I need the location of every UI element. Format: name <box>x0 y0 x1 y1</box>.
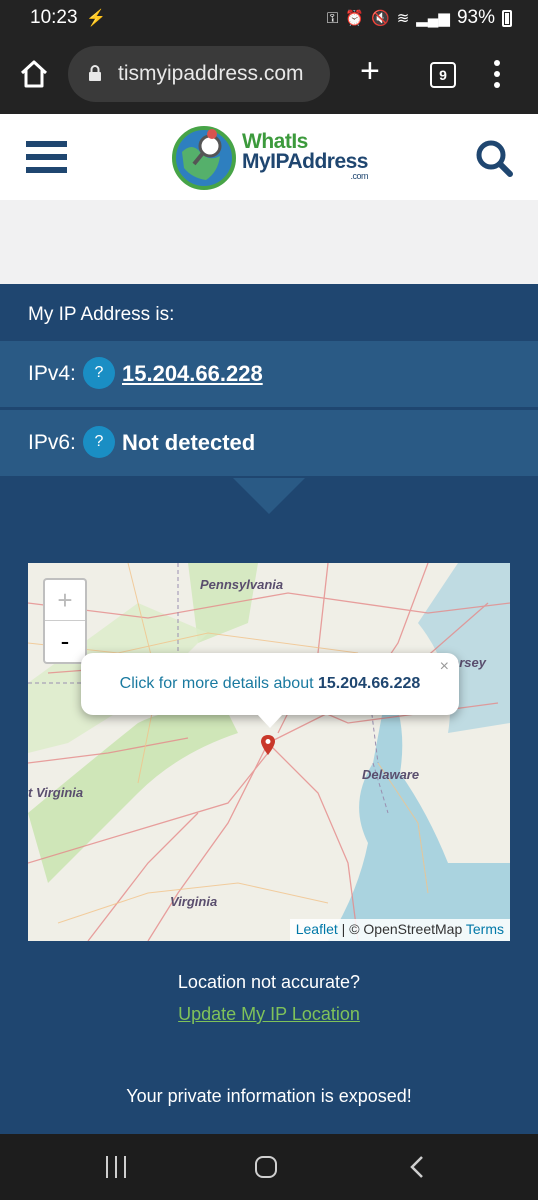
search-icon[interactable] <box>474 138 514 178</box>
plus-icon[interactable]: + <box>360 54 380 88</box>
ipv4-value[interactable]: 15.204.66.228 <box>122 361 263 387</box>
location-question: Location not accurate? <box>177 972 361 992</box>
ad-spacer <box>0 200 538 284</box>
update-location-link[interactable]: Update My IP Location <box>0 1004 538 1025</box>
back-icon[interactable] <box>409 1156 425 1178</box>
leaflet-link[interactable]: Leaflet <box>296 921 338 937</box>
ipv4-row: IPv4: ? 15.204.66.228 <box>0 341 538 407</box>
tabs-icon[interactable]: 9 <box>430 62 456 88</box>
status-bar: 10:23 ⚡ ⚿ ⏰ 🔇 ≋ ▂▄▆ 93% <box>0 0 538 36</box>
pointer-arrow <box>233 478 305 514</box>
terms-link[interactable]: Terms <box>466 921 504 937</box>
map-popup[interactable]: Click for more details about 15.204.66.2… <box>81 653 459 715</box>
map-label-pennsylvania: Pennsylvania <box>200 577 284 592</box>
ipv6-label: IPv6: <box>28 431 76 454</box>
ipv6-help-icon[interactable]: ? <box>83 426 115 458</box>
url-text: tismyipaddress.com <box>118 62 304 85</box>
hamburger-icon[interactable] <box>26 141 67 180</box>
globe-logo-icon <box>172 126 236 190</box>
popup-text: Click for more details about <box>119 675 318 692</box>
status-time: 10:23 <box>30 7 78 28</box>
ip-section: My IP Address is: IPv4: ? 15.204.66.228 … <box>0 284 538 1134</box>
wifi-icon: ≋ <box>396 10 410 27</box>
map-label-delaware: Delaware <box>362 767 420 782</box>
address-bar[interactable]: tismyipaddress.com <box>68 46 330 102</box>
battery-icon <box>502 9 512 27</box>
zoom-in-button[interactable]: + <box>45 580 85 621</box>
logo-line-1: WhatIs <box>242 130 308 153</box>
ipv4-label: IPv4: <box>28 362 76 385</box>
ipv4-help-icon[interactable]: ? <box>83 357 115 389</box>
more-vert-icon[interactable] <box>494 60 502 93</box>
zoom-control: + - <box>43 578 87 664</box>
attribution-separator: | © OpenStreetMap <box>337 921 466 937</box>
signal-icon: ▂▄▆ <box>416 10 450 27</box>
map-label-virginia: Virginia <box>170 894 218 909</box>
map-attribution: Leaflet | © OpenStreetMap Terms <box>289 919 510 941</box>
vpn-key-icon: ⚿ <box>326 9 339 27</box>
alarm-icon: ⏰ <box>345 10 364 27</box>
battery-percent: 93% <box>456 7 495 28</box>
popup-tip <box>257 714 283 728</box>
site-logo[interactable]: WhatIs MyIPAddress .com <box>170 122 380 192</box>
exposed-warning: Your private information is exposed! <box>126 1086 412 1106</box>
ip-heading: My IP Address is: <box>28 304 175 325</box>
ipv6-row: IPv6: ? Not detected <box>0 410 538 476</box>
popup-ip: 15.204.66.228 <box>317 675 421 692</box>
logo-line-2: MyIPAddress <box>242 150 369 173</box>
mute-icon: 🔇 <box>371 10 390 27</box>
home-icon[interactable] <box>18 58 50 90</box>
browser-toolbar: tismyipaddress.com + 9 <box>0 36 538 114</box>
ip-location-map[interactable]: Pennsylvania ersey Delaware t Virginia V… <box>28 563 510 941</box>
logo-line-3: .com <box>350 171 368 181</box>
popup-close-button[interactable]: × <box>440 659 449 675</box>
notification-icon: ⚡ <box>86 10 106 27</box>
recent-apps-icon[interactable] <box>104 1156 128 1178</box>
zoom-out-button[interactable]: - <box>45 621 85 662</box>
home-nav-icon[interactable] <box>255 1156 277 1178</box>
lock-icon <box>89 65 101 81</box>
map-marker-icon[interactable] <box>261 735 275 755</box>
site-header: WhatIs MyIPAddress .com <box>0 114 538 200</box>
system-nav-bar <box>0 1134 538 1200</box>
status-icons: ⚿ ⏰ 🔇 ≋ ▂▄▆ 93% <box>327 7 512 29</box>
map-label-west-virginia: t Virginia <box>28 785 84 800</box>
ipv6-value: Not detected <box>122 430 256 455</box>
